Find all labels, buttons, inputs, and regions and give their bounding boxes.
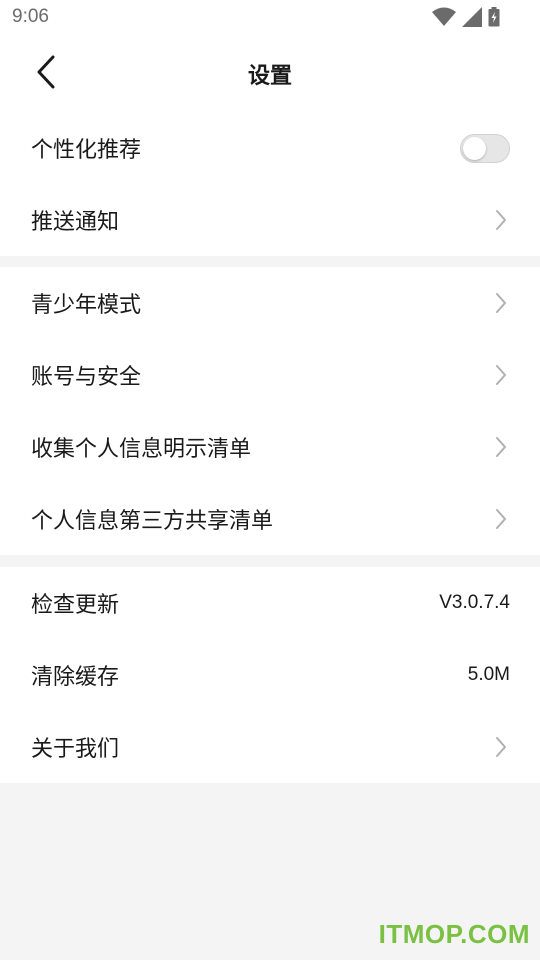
setting-label: 关于我们 bbox=[31, 737, 120, 762]
settings-group-app: 检查更新 V3.0.7.4 清除缓存 5.0M 关于我们 bbox=[0, 567, 540, 783]
setting-row-personal-info-collection-list[interactable]: 收集个人信息明示清单 bbox=[0, 411, 540, 483]
setting-label: 检查更新 bbox=[31, 593, 120, 618]
chevron-right-icon bbox=[494, 292, 508, 314]
chevron-right-icon bbox=[494, 364, 508, 386]
status-icons bbox=[432, 6, 500, 28]
version-value: V3.0.7.4 bbox=[439, 592, 510, 613]
setting-row-account-security[interactable]: 账号与安全 bbox=[0, 339, 540, 411]
chevron-right-icon bbox=[494, 736, 508, 758]
setting-row-push-notifications[interactable]: 推送通知 bbox=[0, 184, 540, 256]
setting-label: 青少年模式 bbox=[31, 293, 142, 318]
settings-group-general: 个性化推荐 推送通知 bbox=[0, 112, 540, 256]
setting-row-about-us[interactable]: 关于我们 bbox=[0, 711, 540, 783]
setting-label: 个性化推荐 bbox=[31, 138, 142, 163]
chevron-right-icon bbox=[494, 508, 508, 530]
cache-size-value: 5.0M bbox=[467, 664, 510, 685]
setting-row-check-update[interactable]: 检查更新 V3.0.7.4 bbox=[0, 567, 540, 639]
setting-row-clear-cache[interactable]: 清除缓存 5.0M bbox=[0, 639, 540, 711]
personalized-recommendation-toggle[interactable] bbox=[460, 133, 510, 163]
setting-label: 个人信息第三方共享清单 bbox=[31, 509, 274, 534]
toggle-knob bbox=[463, 136, 486, 160]
app-header: 设置 bbox=[0, 36, 540, 112]
setting-label: 账号与安全 bbox=[31, 365, 142, 390]
watermark-logo: ITMOP.COM bbox=[378, 919, 530, 949]
setting-row-teen-mode[interactable]: 青少年模式 bbox=[0, 267, 540, 339]
cell-signal-icon bbox=[462, 7, 482, 27]
settings-group-privacy: 青少年模式 账号与安全 收集个人信息明示清单 个人信息第三方共享清单 bbox=[0, 267, 540, 555]
setting-label: 推送通知 bbox=[31, 210, 120, 235]
setting-row-personalized-recommendation[interactable]: 个性化推荐 bbox=[0, 112, 540, 184]
setting-row-third-party-sharing-list[interactable]: 个人信息第三方共享清单 bbox=[0, 483, 540, 555]
page-title: 设置 bbox=[247, 64, 292, 89]
battery-charging-icon bbox=[488, 7, 500, 27]
status-time: 9:06 bbox=[12, 6, 49, 27]
setting-label: 收集个人信息明示清单 bbox=[31, 437, 252, 462]
chevron-right-icon bbox=[494, 209, 508, 231]
status-bar: 9:06 bbox=[0, 0, 540, 36]
setting-label: 清除缓存 bbox=[31, 665, 120, 690]
chevron-right-icon bbox=[494, 436, 508, 458]
wifi-icon bbox=[432, 7, 456, 27]
